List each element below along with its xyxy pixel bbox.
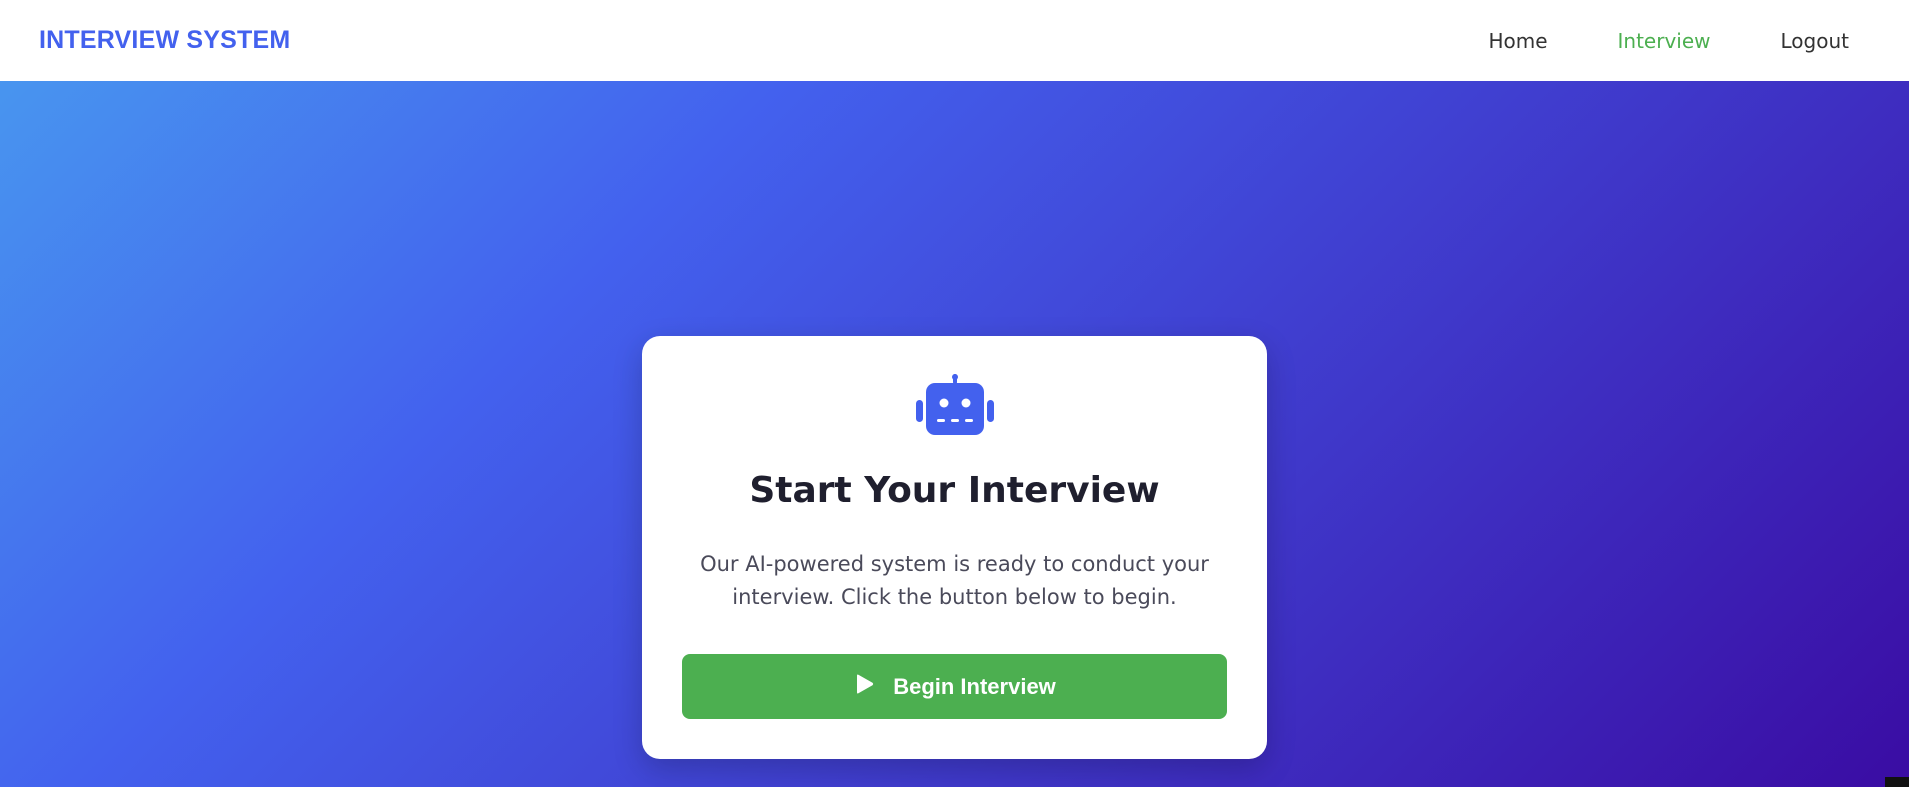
nav-link-logout[interactable]: Logout [1781,29,1849,53]
nav-link-interview[interactable]: Interview [1618,29,1711,53]
brand-logo[interactable]: INTERVIEW SYSTEM [39,26,290,55]
start-interview-card: Start Your Interview Our AI-powered syst… [642,336,1267,759]
begin-interview-label: Begin Interview [893,673,1056,699]
nav-links: Home Interview Logout [1418,29,1849,53]
card-description: Our AI-powered system is ready to conduc… [700,552,1209,609]
begin-interview-button[interactable]: Begin Interview [682,654,1227,719]
nav-link-home[interactable]: Home [1488,29,1547,53]
card-title: Start Your Interview [749,470,1160,511]
corner-widget [1885,777,1909,787]
hero-section: Start Your Interview Our AI-powered syst… [0,81,1909,787]
play-icon [853,673,893,701]
top-navbar: INTERVIEW SYSTEM Home Interview Logout [0,0,1909,81]
